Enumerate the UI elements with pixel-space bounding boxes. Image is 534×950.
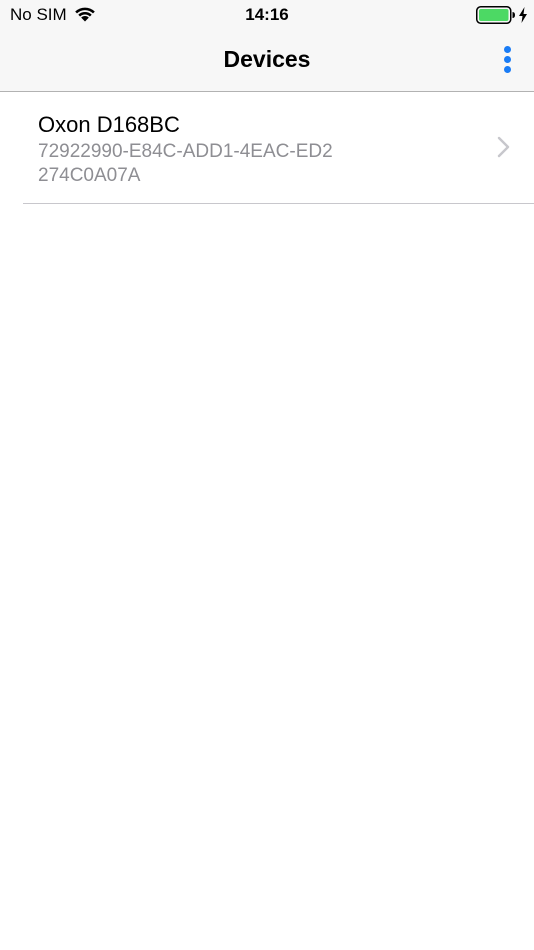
battery-icon	[476, 6, 515, 24]
more-vertical-icon	[504, 46, 511, 53]
device-row[interactable]: Oxon D168BC 72922990-E84C-ADD1-4EAC-ED22…	[0, 92, 534, 204]
more-vertical-icon-dot	[504, 66, 511, 73]
more-vertical-icon-dot	[504, 56, 511, 63]
device-name: Oxon D168BC	[38, 112, 180, 137]
status-bar: No SIM 14:16	[0, 0, 534, 30]
device-identifier: 72922990-E84C-ADD1-4EAC-ED2274C0A07A	[38, 141, 333, 186]
device-list: Oxon D168BC 72922990-E84C-ADD1-4EAC-ED22…	[0, 92, 534, 204]
clock: 14:16	[245, 5, 289, 24]
more-options-button[interactable]	[494, 42, 522, 78]
navigation-bar: Devices	[0, 30, 534, 92]
page-title: Devices	[223, 46, 311, 72]
chevron-right-icon	[497, 136, 510, 158]
charging-bolt-icon	[519, 7, 527, 23]
row-separator	[23, 203, 534, 204]
devices-screen: No SIM 14:16 Devices Oxon D168BC 7292299…	[0, 0, 534, 950]
